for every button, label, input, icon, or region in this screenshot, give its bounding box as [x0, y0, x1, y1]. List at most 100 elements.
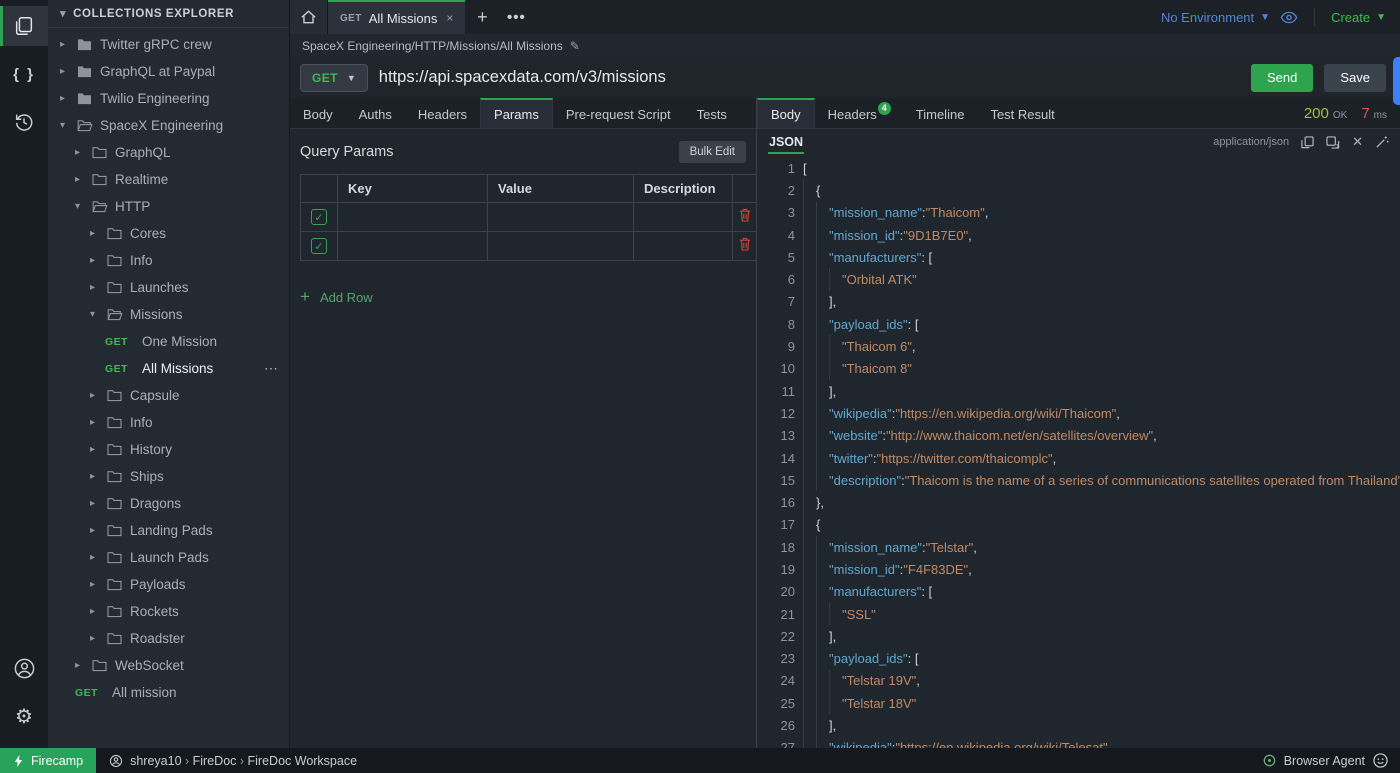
history-nav-icon[interactable]: [0, 102, 48, 142]
http-method-select[interactable]: GET ▼: [300, 64, 368, 92]
tree-folder-rockets[interactable]: ▸Rockets: [48, 598, 289, 625]
tree-folder-graphql-at-paypal[interactable]: ▸GraphQL at Paypal: [48, 58, 289, 85]
tree-folder-twilio-engineering[interactable]: ▸Twilio Engineering: [48, 85, 289, 112]
chevron-down-icon[interactable]: ▾: [75, 201, 85, 212]
new-tab-button[interactable]: +: [465, 0, 499, 34]
edit-name-icon[interactable]: ✎: [570, 39, 580, 53]
description-cell[interactable]: [634, 203, 733, 232]
request-tab-auths[interactable]: Auths: [346, 98, 405, 128]
tab-options-button[interactable]: •••: [499, 0, 533, 34]
tree-folder-landing-pads[interactable]: ▸Landing Pads: [48, 517, 289, 544]
chevron-right-icon[interactable]: ▸: [75, 174, 85, 185]
row-enabled-checkbox[interactable]: ✓: [311, 209, 327, 225]
key-cell[interactable]: [338, 203, 488, 232]
more-options-icon[interactable]: ⋯: [264, 360, 279, 377]
chevron-right-icon[interactable]: ▸: [75, 147, 85, 158]
chevron-right-icon[interactable]: ▸: [90, 606, 100, 617]
tree-folder-info[interactable]: ▸Info: [48, 409, 289, 436]
environment-selector[interactable]: No Environment ▼: [1161, 10, 1270, 25]
response-tab-body[interactable]: Body: [757, 98, 815, 128]
clear-response-icon[interactable]: ✕: [1352, 134, 1363, 150]
tree-request-all-missions[interactable]: GETAll Missions⋯: [48, 355, 289, 382]
tree-request-one-mission[interactable]: GETOne Mission: [48, 328, 289, 355]
request-tab-tests[interactable]: Tests: [684, 98, 740, 128]
request-tab-body[interactable]: Body: [290, 98, 346, 128]
tree-folder-spacex-engineering[interactable]: ▾SpaceX Engineering: [48, 112, 289, 139]
tree-request-all-mission[interactable]: GETAll mission: [48, 679, 289, 706]
tree-folder-cores[interactable]: ▸Cores: [48, 220, 289, 247]
tree-folder-launch-pads[interactable]: ▸Launch Pads: [48, 544, 289, 571]
response-tab-test-result[interactable]: Test Result: [977, 98, 1067, 128]
preview-environment-icon[interactable]: [1280, 11, 1298, 24]
add-row-button[interactable]: + Add Row: [300, 287, 746, 307]
chevron-right-icon[interactable]: ▸: [75, 660, 85, 671]
workspace-selector[interactable]: shreya10 › FireDoc › FireDoc Workspace: [96, 754, 357, 768]
environments-nav-icon[interactable]: { }: [0, 54, 48, 94]
chevron-right-icon[interactable]: ▸: [90, 552, 100, 563]
home-tab[interactable]: [290, 0, 328, 34]
browser-agent-status[interactable]: Browser Agent: [1263, 753, 1400, 768]
chevron-right-icon[interactable]: ▸: [90, 498, 100, 509]
chevron-down-icon[interactable]: ▾: [60, 120, 70, 131]
tree-folder-http[interactable]: ▾HTTP: [48, 193, 289, 220]
chevron-right-icon[interactable]: ▸: [60, 66, 70, 77]
tree-folder-roadster[interactable]: ▸Roadster: [48, 625, 289, 652]
tree-folder-launches[interactable]: ▸Launches: [48, 274, 289, 301]
side-panel-handle[interactable]: [1393, 57, 1400, 105]
tree-folder-graphql[interactable]: ▸GraphQL: [48, 139, 289, 166]
tree-folder-payloads[interactable]: ▸Payloads: [48, 571, 289, 598]
chevron-right-icon[interactable]: ▸: [90, 633, 100, 644]
tree-folder-capsule[interactable]: ▸Capsule: [48, 382, 289, 409]
firecamp-brand[interactable]: Firecamp: [0, 748, 96, 773]
json-format-tab[interactable]: JSON: [768, 131, 804, 154]
tree-folder-missions[interactable]: ▾Missions: [48, 301, 289, 328]
tree-folder-websocket[interactable]: ▸WebSocket: [48, 652, 289, 679]
tab-all-missions[interactable]: GET All Missions ×: [328, 0, 465, 34]
explorer-header[interactable]: ▾ COLLECTIONS EXPLORER: [48, 0, 289, 28]
request-tab-pre-request-script[interactable]: Pre-request Script: [553, 98, 684, 128]
tree-folder-realtime[interactable]: ▸Realtime: [48, 166, 289, 193]
chevron-right-icon[interactable]: ▸: [60, 93, 70, 104]
copy-formatted-icon[interactable]: [1326, 136, 1340, 149]
chevron-down-icon[interactable]: ▾: [90, 309, 100, 320]
chevron-right-icon[interactable]: ▸: [90, 579, 100, 590]
chevron-right-icon[interactable]: ▸: [90, 390, 100, 401]
close-tab-icon[interactable]: ×: [446, 11, 453, 25]
delete-row-icon[interactable]: [739, 237, 751, 251]
value-cell[interactable]: [488, 232, 634, 261]
chevron-right-icon[interactable]: ▸: [90, 282, 100, 293]
settings-nav-icon[interactable]: ⚙: [0, 696, 48, 736]
chevron-right-icon[interactable]: ▸: [90, 471, 100, 482]
tree-folder-ships[interactable]: ▸Ships: [48, 463, 289, 490]
request-tab-headers[interactable]: Headers: [405, 98, 480, 128]
create-button[interactable]: Create ▼: [1331, 10, 1386, 25]
send-button[interactable]: Send: [1251, 64, 1313, 92]
response-tab-timeline[interactable]: Timeline: [903, 98, 978, 128]
save-button[interactable]: Save: [1324, 64, 1386, 92]
tree-folder-dragons[interactable]: ▸Dragons: [48, 490, 289, 517]
collections-nav-icon[interactable]: [0, 6, 48, 46]
chevron-right-icon[interactable]: ▸: [60, 39, 70, 50]
value-cell[interactable]: [488, 203, 634, 232]
account-nav-icon[interactable]: [0, 648, 48, 688]
bulk-edit-button[interactable]: Bulk Edit: [679, 141, 746, 163]
key-cell[interactable]: [338, 232, 488, 261]
delete-row-icon[interactable]: [739, 208, 751, 222]
response-tab-headers[interactable]: Headers4: [815, 98, 903, 128]
chevron-right-icon[interactable]: ▸: [90, 255, 100, 266]
chevron-right-icon[interactable]: ▸: [90, 444, 100, 455]
description-cell[interactable]: [634, 232, 733, 261]
url-input[interactable]: https://api.spacexdata.com/v3/missions: [379, 68, 1240, 87]
chevron-right-icon[interactable]: ▸: [90, 525, 100, 536]
copy-response-icon[interactable]: [1301, 136, 1314, 149]
row-enabled-checkbox[interactable]: ✓: [311, 238, 327, 254]
prettify-wand-icon[interactable]: [1375, 135, 1389, 149]
line-number: 2: [757, 183, 795, 198]
chevron-right-icon[interactable]: ▸: [90, 417, 100, 428]
request-tab-params[interactable]: Params: [480, 98, 553, 128]
tree-folder-info[interactable]: ▸Info: [48, 247, 289, 274]
chevron-right-icon[interactable]: ▸: [90, 228, 100, 239]
folder-icon: [107, 280, 123, 295]
tree-folder-twitter-grpc-crew[interactable]: ▸Twitter gRPC crew: [48, 31, 289, 58]
tree-folder-history[interactable]: ▸History: [48, 436, 289, 463]
